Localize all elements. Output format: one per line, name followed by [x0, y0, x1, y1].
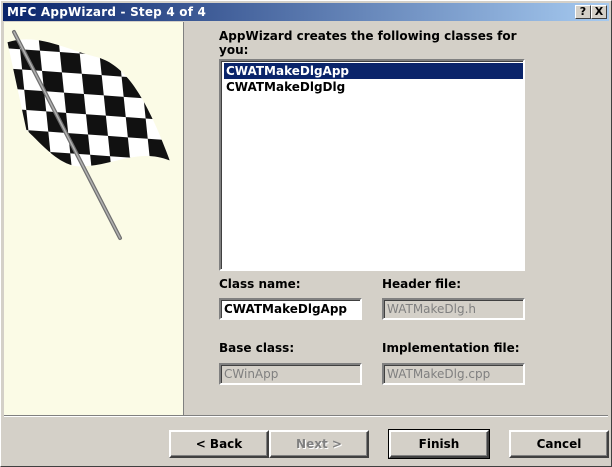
window-title: MFC AppWizard - Step 4 of 4 — [7, 5, 207, 19]
checkered-flag-icon — [7, 30, 172, 240]
class-name-input[interactable]: CWATMakeDlgApp — [219, 298, 362, 320]
implementation-file-input: WATMakeDlg.cpp — [382, 363, 525, 385]
header-file-label: Header file: — [382, 277, 462, 291]
title-bar[interactable]: MFC AppWizard - Step 4 of 4 ? X — [3, 3, 609, 21]
cancel-button[interactable]: Cancel — [509, 430, 609, 458]
base-class-label: Base class: — [219, 341, 295, 355]
help-button[interactable]: ? — [575, 5, 591, 19]
classes-label-line2: you: — [219, 43, 249, 57]
dialog-window: MFC AppWizard - Step 4 of 4 ? X AppWizar… — [0, 0, 612, 467]
implementation-file-label: Implementation file: — [382, 341, 520, 355]
divider — [4, 415, 608, 417]
next-button[interactable]: Next > — [269, 430, 369, 458]
checkered-flag-illustration — [4, 22, 184, 416]
list-item-selected[interactable]: CWATMakeDlgApp — [224, 63, 523, 79]
close-icon: X — [594, 5, 604, 18]
back-button[interactable]: < Back — [169, 430, 269, 458]
classes-label-line1: AppWizard creates the following classes … — [219, 29, 517, 43]
header-file-input: WATMakeDlg.h — [382, 298, 525, 320]
close-button[interactable]: X — [591, 5, 607, 19]
finish-button[interactable]: Finish — [388, 429, 490, 459]
classes-listbox[interactable]: CWATMakeDlgApp CWATMakeDlgDlg — [219, 59, 525, 271]
list-item[interactable]: CWATMakeDlgDlg — [224, 79, 347, 95]
class-name-label: Class name: — [219, 277, 301, 291]
base-class-input: CWinApp — [219, 363, 362, 385]
